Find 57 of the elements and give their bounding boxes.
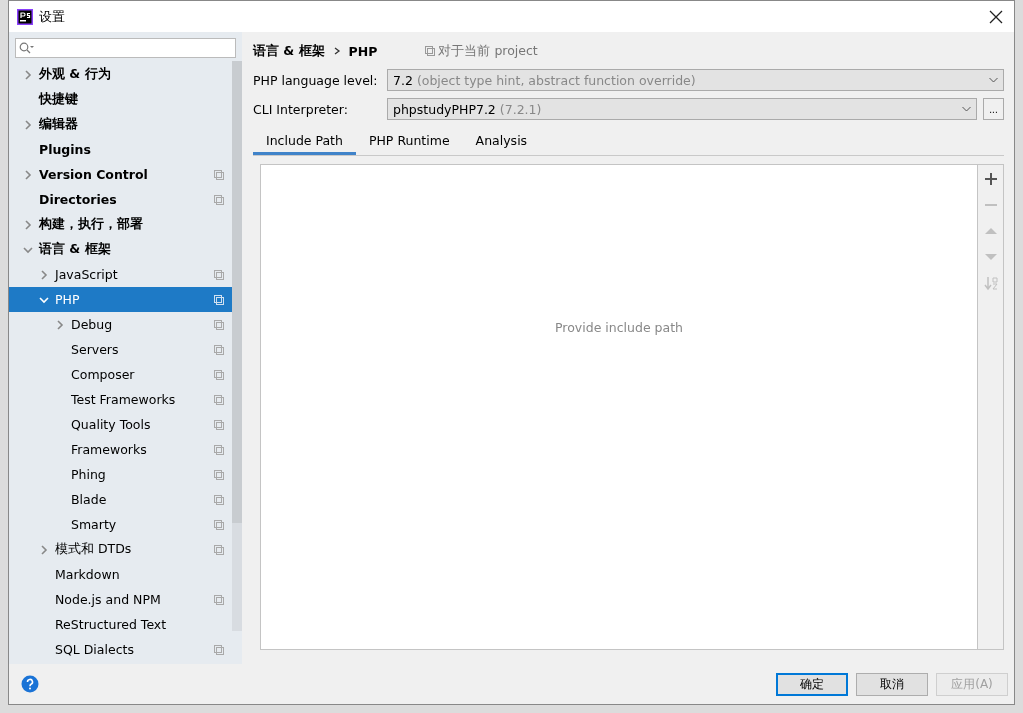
tree-item[interactable]: Quality Tools: [9, 412, 232, 437]
search-icon: [19, 42, 35, 54]
search-field[interactable]: [15, 38, 236, 58]
tree-item[interactable]: Frameworks: [9, 437, 232, 462]
collapse-chevron-icon[interactable]: [23, 169, 33, 180]
collapse-chevron-icon[interactable]: [55, 319, 65, 330]
dialog-button[interactable]: 确定: [776, 672, 848, 696]
tree-item[interactable]: Composer: [9, 362, 232, 387]
tree-item[interactable]: Smarty: [9, 512, 232, 537]
browse-button[interactable]: ...: [983, 98, 1004, 120]
tab[interactable]: Include Path: [253, 128, 356, 155]
tree-item[interactable]: Phing: [9, 462, 232, 487]
app-logo-icon: [17, 8, 33, 25]
dialog-button[interactable]: 取消: [856, 672, 928, 696]
tree-item[interactable]: Version Control: [9, 162, 232, 187]
dropdown-chevron-icon: [962, 106, 971, 112]
tree-item[interactable]: 编辑器: [9, 112, 232, 137]
empty-text: Provide include path: [555, 319, 683, 335]
scrollbar[interactable]: [232, 61, 242, 631]
tree-item[interactable]: 语言 & 框架: [9, 237, 232, 262]
tree-item[interactable]: Markdown: [9, 562, 232, 587]
collapse-chevron-icon[interactable]: [39, 269, 49, 280]
collapse-chevron-icon[interactable]: [39, 544, 49, 555]
dropdown[interactable]: 7.2 (object type hint, abstract function override): [387, 69, 1004, 91]
tree-item[interactable]: Directories: [9, 187, 232, 212]
tree-item[interactable]: 外观 & 行为: [9, 62, 232, 87]
scope-note: 对于当前 project: [438, 42, 538, 60]
expand-chevron-icon[interactable]: [39, 294, 49, 305]
tree-item[interactable]: 模式和 DTDs: [9, 537, 232, 562]
expand-chevron-icon[interactable]: [23, 244, 33, 255]
collapse-chevron-icon[interactable]: [23, 119, 33, 130]
tree-item[interactable]: Node.js and NPM: [9, 587, 232, 612]
tree-item[interactable]: Plugins: [9, 137, 232, 162]
tab[interactable]: Analysis: [462, 128, 541, 155]
dropdown-chevron-icon: [989, 77, 998, 83]
tree-item[interactable]: Blade: [9, 487, 232, 512]
help-icon[interactable]: [21, 675, 39, 693]
tree-item[interactable]: ReStructured Text: [9, 612, 232, 637]
tree-item[interactable]: 快捷键: [9, 87, 232, 112]
breadcrumb-item: 语言 & 框架: [253, 42, 325, 60]
tree-item[interactable]: Servers: [9, 337, 232, 362]
tree-item[interactable]: Test Frameworks: [9, 387, 232, 412]
project-scope-icon: [425, 46, 436, 56]
breadcrumb-separator-icon: [332, 47, 341, 55]
tree-item[interactable]: SQL Dialects: [9, 637, 232, 662]
tree-item[interactable]: JavaScript: [9, 262, 232, 287]
breadcrumb-item: PHP: [348, 43, 378, 59]
collapse-chevron-icon[interactable]: [23, 69, 33, 80]
tree-item[interactable]: Debug: [9, 312, 232, 337]
dropdown[interactable]: phpstudyPHP7.2 (7.2.1): [387, 98, 977, 120]
window-title: 设置: [39, 7, 65, 26]
collapse-chevron-icon[interactable]: [23, 219, 33, 230]
field-label: CLI Interpreter:: [253, 101, 349, 117]
add-icon[interactable]: [982, 171, 999, 187]
tab[interactable]: PHP Runtime: [355, 128, 463, 155]
field-label: PHP language level:: [253, 72, 379, 88]
tree-item[interactable]: 构建，执行，部署: [9, 212, 232, 237]
